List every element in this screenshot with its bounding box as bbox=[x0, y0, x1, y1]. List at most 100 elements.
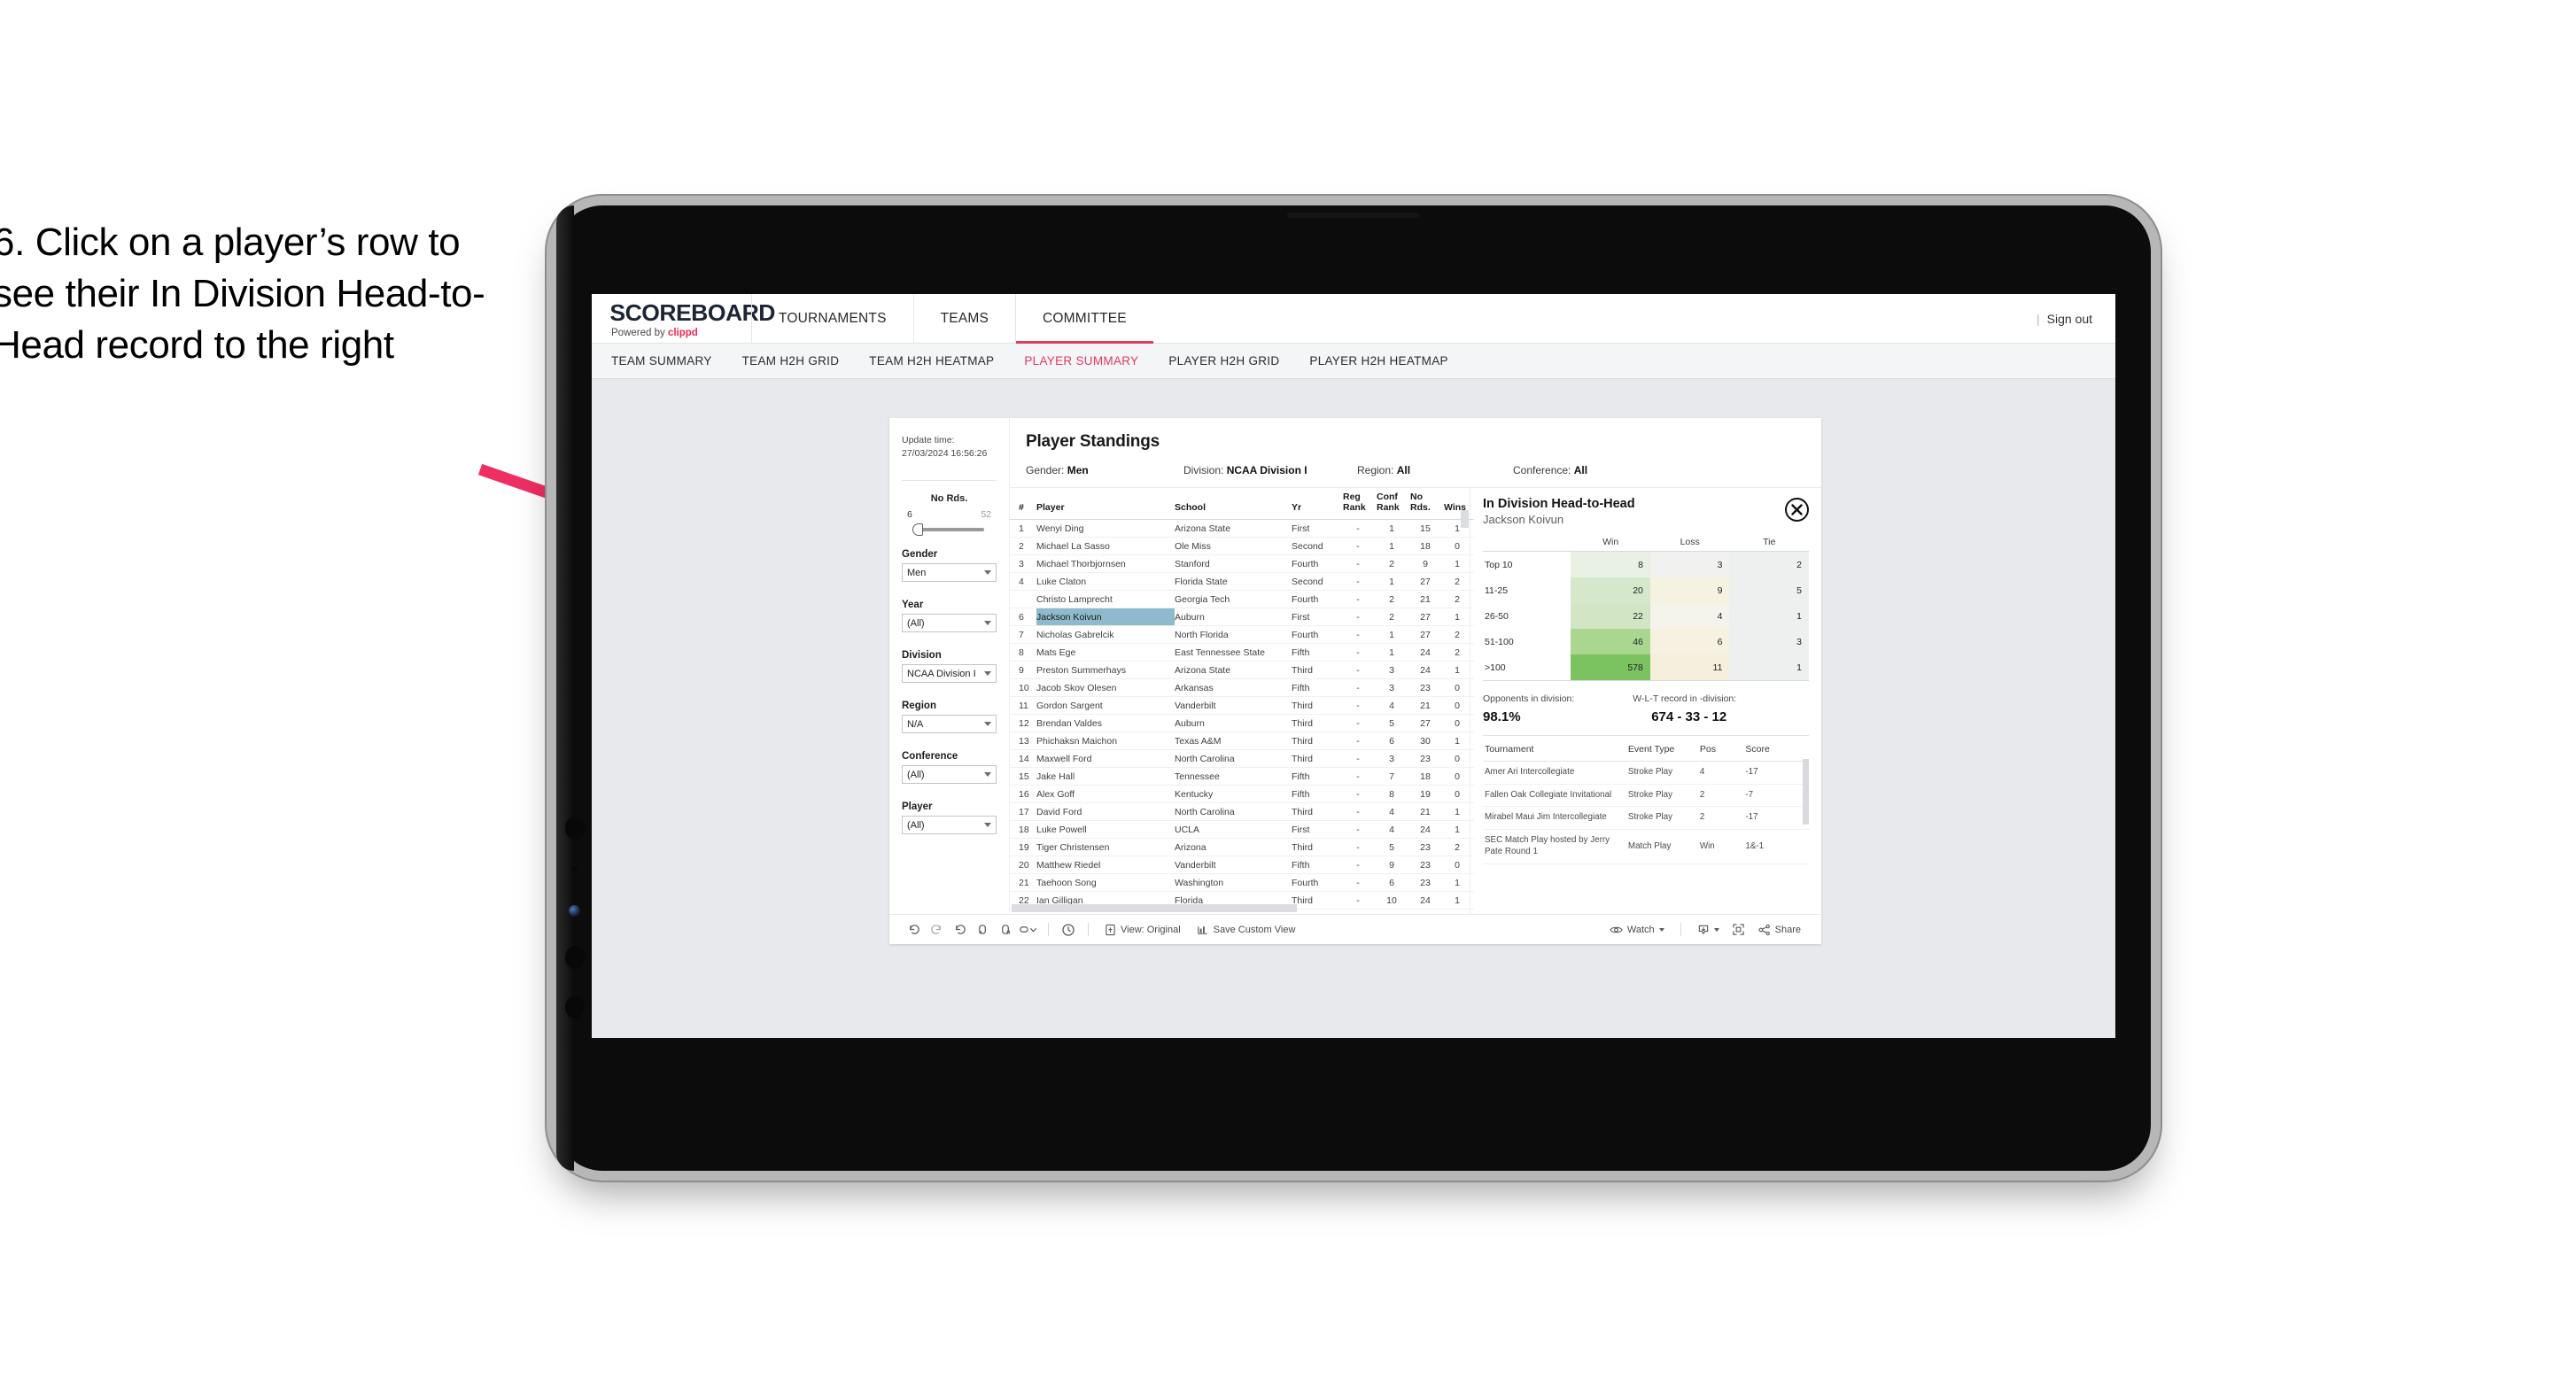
cell-rank: 3 bbox=[1010, 554, 1036, 574]
top-nav-tournaments[interactable]: TOURNAMENTS bbox=[751, 294, 913, 343]
top-nav-teams[interactable]: TEAMS bbox=[912, 294, 1015, 343]
fullscreen-icon[interactable] bbox=[1727, 923, 1750, 936]
tournament-header-row: Tournament Event Type Pos Score bbox=[1483, 738, 1809, 762]
table-row[interactable]: 13 Phichaksn Maichon Texas A&M Third -6 30 1 bbox=[1010, 732, 1474, 751]
download-button[interactable] bbox=[1689, 924, 1727, 936]
toolbar-right: Watch Share bbox=[1602, 923, 1809, 936]
cell-school: Florida State bbox=[1175, 572, 1292, 592]
pause-icon[interactable] bbox=[994, 923, 1017, 936]
cell-wins: 2 bbox=[1444, 643, 1474, 662]
table-row[interactable]: 2 Michael La Sasso Ole Miss Second -1 18 0 bbox=[1010, 537, 1474, 556]
table-row[interactable]: 20 Matthew Riedel Vanderbilt Fifth -9 23 0 bbox=[1010, 856, 1474, 875]
col-yr[interactable]: Yr bbox=[1292, 488, 1343, 521]
table-row[interactable]: 9 Preston Summerhays Arizona State Third -3 2… bbox=[1010, 661, 1474, 680]
clock-icon[interactable] bbox=[1057, 923, 1080, 937]
table-row[interactable]: 21 Taehoon Song Washington Fourth -6 23 1 bbox=[1010, 873, 1474, 893]
table-row[interactable]: 16 Alex Goff Kentucky Fifth -8 19 0 bbox=[1010, 785, 1474, 804]
tournament-row[interactable]: Mirabel Maui Jim Intercollegiate Stroke P… bbox=[1483, 806, 1809, 831]
redo-icon[interactable] bbox=[925, 923, 948, 936]
tournament-row[interactable]: SEC Match Play hosted by Jerry Pate Roun… bbox=[1483, 829, 1809, 864]
cell-conf: 1 bbox=[1377, 643, 1410, 662]
filter-region: Region N/A bbox=[902, 701, 997, 734]
col-score[interactable]: Score bbox=[1743, 738, 1809, 762]
top-nav-committee[interactable]: COMMITTEE bbox=[1015, 294, 1153, 344]
table-row[interactable]: 4 Luke Claton Florida State Second -1 27 2 bbox=[1010, 572, 1474, 592]
view-original-button[interactable]: View: Original bbox=[1097, 924, 1189, 936]
table-row[interactable]: 3 Michael Thorbjornsen Stanford Fourth -2 9 1 bbox=[1010, 554, 1474, 574]
col-no-rds[interactable]: No Rds. bbox=[1410, 488, 1444, 521]
scrollbar-thumb[interactable] bbox=[1012, 904, 1297, 912]
cell-wins: 0 bbox=[1444, 696, 1474, 716]
col-rank[interactable]: # bbox=[1010, 488, 1036, 521]
device-button[interactable] bbox=[565, 995, 585, 1018]
h2h-loss-cell: 4 bbox=[1649, 603, 1730, 629]
table-row[interactable]: 11 Gordon Sargent Vanderbilt Third -4 21 0 bbox=[1010, 696, 1474, 716]
table-row[interactable]: 7 Nicholas Gabrelcik North Florida Fourth -1… bbox=[1010, 625, 1474, 645]
undo-icon[interactable] bbox=[902, 923, 925, 936]
watch-button[interactable]: Watch bbox=[1602, 925, 1672, 935]
col-conf-rank[interactable]: Conf Rank bbox=[1377, 488, 1410, 521]
col-school[interactable]: School bbox=[1175, 488, 1292, 521]
table-row[interactable]: 6 Jackson Koivun Auburn First -2 27 1 bbox=[1010, 608, 1474, 627]
shape-icon[interactable] bbox=[1017, 923, 1040, 936]
cell-conf: 8 bbox=[1377, 785, 1410, 804]
table-row[interactable]: Christo Lamprecht Georgia Tech Fourth -2 21 2 bbox=[1010, 590, 1474, 609]
filter-region-select[interactable]: N/A bbox=[902, 715, 997, 734]
brand-logo[interactable]: SCOREBOARD Powered by clippd bbox=[592, 294, 775, 343]
tournament-row[interactable]: Fallen Oak Collegiate Invitational Stroke… bbox=[1483, 784, 1809, 808]
table-row[interactable]: 17 David Ford North Carolina Third -4 21 1 bbox=[1010, 802, 1474, 822]
filter-division-select[interactable]: NCAA Division I bbox=[902, 664, 997, 684]
cell-reg: - bbox=[1343, 661, 1377, 680]
tournament-row[interactable]: Amer Ari Intercollegiate Stroke Play 4 -17 bbox=[1483, 761, 1809, 785]
col-reg-rank[interactable]: Reg Rank bbox=[1343, 488, 1377, 521]
tournament-body: Amer Ari Intercollegiate Stroke Play 4 -17 F… bbox=[1483, 761, 1809, 864]
sub-nav-team-h2h-grid[interactable]: TEAM H2H GRID bbox=[742, 354, 840, 368]
col-pos[interactable]: Pos bbox=[1697, 738, 1744, 762]
table-row[interactable]: 15 Jake Hall Tennessee Fifth -7 18 0 bbox=[1010, 767, 1474, 786]
chevron-down-icon bbox=[984, 671, 991, 677]
table-row[interactable]: 10 Jacob Skov Olesen Arkansas Fifth -3 23 0 bbox=[1010, 678, 1474, 698]
sub-nav-player-h2h-heatmap[interactable]: PLAYER H2H HEATMAP bbox=[1309, 354, 1447, 368]
device-button[interactable] bbox=[565, 817, 585, 840]
filter-gender-select[interactable]: Men bbox=[902, 563, 997, 583]
device-button[interactable] bbox=[565, 946, 585, 969]
save-custom-view-button[interactable]: Save Custom View bbox=[1189, 924, 1304, 936]
table-horizontal-scrollbar[interactable] bbox=[1010, 904, 1470, 912]
division-stats: Opponents in division: 98.1% W-L-T recor… bbox=[1483, 693, 1809, 724]
filter-year: Year (All) bbox=[902, 600, 997, 633]
filter-year-select[interactable]: (All) bbox=[902, 614, 997, 633]
filter-player-select[interactable]: (All) bbox=[902, 816, 997, 835]
cell-reg: - bbox=[1343, 625, 1377, 645]
no-rounds-slider[interactable] bbox=[912, 523, 984, 537]
close-icon[interactable] bbox=[1785, 498, 1809, 522]
sign-out-link[interactable]: Sign out bbox=[2047, 312, 2092, 326]
col-player[interactable]: Player bbox=[1036, 488, 1175, 521]
col-tournament[interactable]: Tournament bbox=[1483, 738, 1626, 762]
filter-conference-select[interactable]: (All) bbox=[902, 765, 997, 785]
cell-conf: 4 bbox=[1377, 802, 1410, 822]
refresh-icon[interactable] bbox=[971, 923, 994, 936]
sub-nav-team-summary[interactable]: TEAM SUMMARY bbox=[611, 354, 712, 368]
slider-handle[interactable] bbox=[912, 523, 923, 537]
cell-player: Maxwell Ford bbox=[1036, 749, 1175, 769]
col-wins[interactable]: Wins bbox=[1444, 488, 1474, 521]
sub-nav-player-h2h-grid[interactable]: PLAYER H2H GRID bbox=[1168, 354, 1279, 368]
cell-player: Alex Goff bbox=[1036, 785, 1175, 804]
table-row[interactable]: 1 Wenyi Ding Arizona State First -1 15 1 bbox=[1010, 519, 1474, 538]
table-row[interactable]: 19 Tiger Christensen Arizona Third -5 23 2 bbox=[1010, 838, 1474, 857]
table-row[interactable]: 8 Mats Ege East Tennessee State Fifth -1 24 2 bbox=[1010, 643, 1474, 662]
col-event-type[interactable]: Event Type bbox=[1626, 738, 1698, 762]
table-vertical-scrollbar[interactable] bbox=[1461, 510, 1469, 528]
cell-yr: Third bbox=[1292, 696, 1343, 716]
cell-nords: 23 bbox=[1410, 749, 1444, 769]
revert-icon[interactable] bbox=[948, 923, 971, 936]
table-row[interactable]: 12 Brendan Valdes Auburn Third -5 27 0 bbox=[1010, 714, 1474, 733]
table-row[interactable]: 18 Luke Powell UCLA First -4 24 1 bbox=[1010, 820, 1474, 840]
sub-nav-team-h2h-heatmap[interactable]: TEAM H2H HEATMAP bbox=[869, 354, 994, 368]
share-button[interactable]: Share bbox=[1750, 924, 1809, 936]
filter-player-value: (All) bbox=[907, 819, 925, 831]
cell-yr: Third bbox=[1292, 732, 1343, 751]
sub-nav-player-summary[interactable]: PLAYER SUMMARY bbox=[1024, 354, 1138, 368]
table-row[interactable]: 14 Maxwell Ford North Carolina Third -3 23 0 bbox=[1010, 749, 1474, 769]
tournament-scrollbar[interactable] bbox=[1803, 759, 1809, 825]
